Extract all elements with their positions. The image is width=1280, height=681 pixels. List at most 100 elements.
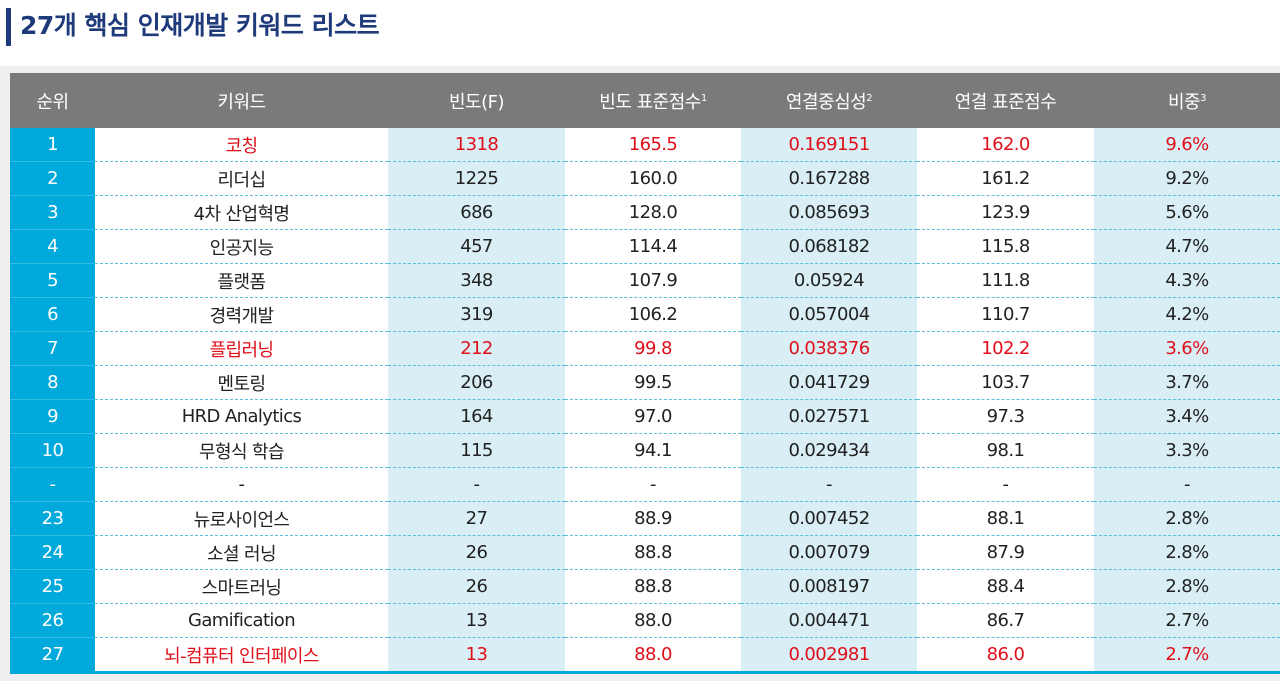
rank-cell: -	[10, 467, 95, 502]
column-header-connection-std: 연결 표준점수	[917, 73, 1094, 128]
table-header-row: 순위 키워드 빈도(F) 빈도 표준점수1 연결중심성2 연결 표준점수 비중3	[10, 73, 1280, 128]
frequency-cell: 13	[388, 637, 565, 674]
centrality-cell: 0.004471	[741, 603, 917, 638]
rank-cell: 2	[10, 161, 95, 196]
centrality-cell: 0.169151	[741, 128, 917, 162]
frequency-std-cell: 106.2	[565, 297, 741, 332]
frequency-cell: 348	[388, 263, 565, 298]
share-cell: 9.6%	[1094, 128, 1280, 162]
frequency-cell: 206	[388, 365, 565, 400]
share-cell: 2.7%	[1094, 603, 1280, 638]
column-header-rank: 순위	[10, 73, 95, 128]
frequency-cell: -	[388, 467, 565, 502]
rank-cell: 9	[10, 399, 95, 434]
table-row: 7 플립러닝 212 99.8 0.038376 102.2 3.6%	[10, 331, 1280, 366]
centrality-cell: -	[741, 467, 917, 502]
share-cell: 5.6%	[1094, 195, 1280, 230]
table-row: 26 Gamification 13 88.0 0.004471 86.7 2.7%	[10, 603, 1280, 638]
frequency-std-cell: 88.8	[565, 535, 741, 570]
column-header-frequency: 빈도(F)	[388, 73, 565, 128]
table-row: 27 뇌-컴퓨터 인터페이스 13 88.0 0.002981 86.0 2.7%	[10, 637, 1280, 674]
centrality-cell: 0.05924	[741, 263, 917, 298]
share-cell: 2.8%	[1094, 501, 1280, 536]
table-row: 4 인공지능 457 114.4 0.068182 115.8 4.7%	[10, 229, 1280, 264]
centrality-cell: 0.008197	[741, 569, 917, 604]
frequency-std-cell: -	[565, 467, 741, 502]
connection-std-cell: 86.7	[917, 603, 1094, 638]
column-header-label: 키워드	[217, 91, 266, 113]
connection-std-cell: 86.0	[917, 637, 1094, 674]
connection-std-cell: 102.2	[917, 331, 1094, 366]
frequency-cell: 115	[388, 433, 565, 468]
keyword-cell: 4차 산업혁명	[95, 195, 388, 230]
column-header-label: 비중	[1168, 91, 1201, 113]
connection-std-cell: 123.9	[917, 195, 1094, 230]
share-cell: 4.7%	[1094, 229, 1280, 264]
keyword-cell: 인공지능	[95, 229, 388, 264]
rank-cell: 6	[10, 297, 95, 332]
frequency-std-cell: 88.0	[565, 603, 741, 638]
column-header-centrality: 연결중심성2	[741, 73, 917, 128]
share-cell: 9.2%	[1094, 161, 1280, 196]
keyword-cell: 뉴로사이언스	[95, 501, 388, 536]
frequency-std-cell: 88.0	[565, 637, 741, 674]
frequency-std-cell: 97.0	[565, 399, 741, 434]
share-cell: 2.8%	[1094, 535, 1280, 570]
table-row: 9 HRD Analytics 164 97.0 0.027571 97.3 3.4%	[10, 399, 1280, 434]
centrality-cell: 0.068182	[741, 229, 917, 264]
table-container: 순위 키워드 빈도(F) 빈도 표준점수1 연결중심성2 연결 표준점수 비중3 1 코칭 13…	[0, 66, 1280, 681]
frequency-std-cell: 107.9	[565, 263, 741, 298]
rank-cell: 1	[10, 128, 95, 162]
rank-cell: 23	[10, 501, 95, 536]
connection-std-cell: 87.9	[917, 535, 1094, 570]
rank-cell: 27	[10, 637, 95, 674]
frequency-std-cell: 165.5	[565, 128, 741, 162]
rank-cell: 24	[10, 535, 95, 570]
share-cell: -	[1094, 467, 1280, 502]
column-header-label: 연결 표준점수	[954, 91, 1057, 113]
keyword-cell: 경력개발	[95, 297, 388, 332]
frequency-std-cell: 160.0	[565, 161, 741, 196]
keyword-cell: 뇌-컴퓨터 인터페이스	[95, 637, 388, 674]
share-cell: 3.6%	[1094, 331, 1280, 366]
rank-cell: 26	[10, 603, 95, 638]
share-cell: 3.4%	[1094, 399, 1280, 434]
footnote-marker: 3	[1200, 92, 1206, 104]
frequency-std-cell: 128.0	[565, 195, 741, 230]
frequency-std-cell: 99.8	[565, 331, 741, 366]
share-cell: 2.7%	[1094, 637, 1280, 674]
footnote-marker: 2	[866, 92, 873, 104]
frequency-std-cell: 99.5	[565, 365, 741, 400]
connection-std-cell: 161.2	[917, 161, 1094, 196]
column-header-label: 순위	[36, 91, 69, 113]
connection-std-cell: 97.3	[917, 399, 1094, 434]
centrality-cell: 0.085693	[741, 195, 917, 230]
table-row: 23 뉴로사이언스 27 88.9 0.007452 88.1 2.8%	[10, 501, 1280, 536]
keyword-cell: HRD Analytics	[95, 399, 388, 434]
keyword-cell: 플립러닝	[95, 331, 388, 366]
connection-std-cell: 162.0	[917, 128, 1094, 162]
centrality-cell: 0.002981	[741, 637, 917, 674]
table-row: 1 코칭 1318 165.5 0.169151 162.0 9.6%	[10, 128, 1280, 162]
page-title: 27개 핵심 인재개발 키워드 리스트	[20, 11, 380, 40]
share-cell: 4.2%	[1094, 297, 1280, 332]
rank-cell: 3	[10, 195, 95, 230]
frequency-cell: 319	[388, 297, 565, 332]
keyword-cell: -	[95, 467, 388, 502]
centrality-cell: 0.029434	[741, 433, 917, 468]
connection-std-cell: 88.1	[917, 501, 1094, 536]
frequency-std-cell: 114.4	[565, 229, 741, 264]
frequency-cell: 26	[388, 569, 565, 604]
keyword-cell: 소셜 러닝	[95, 535, 388, 570]
keyword-cell: 코칭	[95, 128, 388, 162]
connection-std-cell: 111.8	[917, 263, 1094, 298]
share-cell: 3.3%	[1094, 433, 1280, 468]
table-row: 24 소셜 러닝 26 88.8 0.007079 87.9 2.8%	[10, 535, 1280, 570]
frequency-cell: 457	[388, 229, 565, 264]
table-row: 2 리더십 1225 160.0 0.167288 161.2 9.2%	[10, 161, 1280, 196]
table-row: 6 경력개발 319 106.2 0.057004 110.7 4.2%	[10, 297, 1280, 332]
table-row: 8 멘토링 206 99.5 0.041729 103.7 3.7%	[10, 365, 1280, 400]
centrality-cell: 0.167288	[741, 161, 917, 196]
centrality-cell: 0.027571	[741, 399, 917, 434]
frequency-cell: 26	[388, 535, 565, 570]
